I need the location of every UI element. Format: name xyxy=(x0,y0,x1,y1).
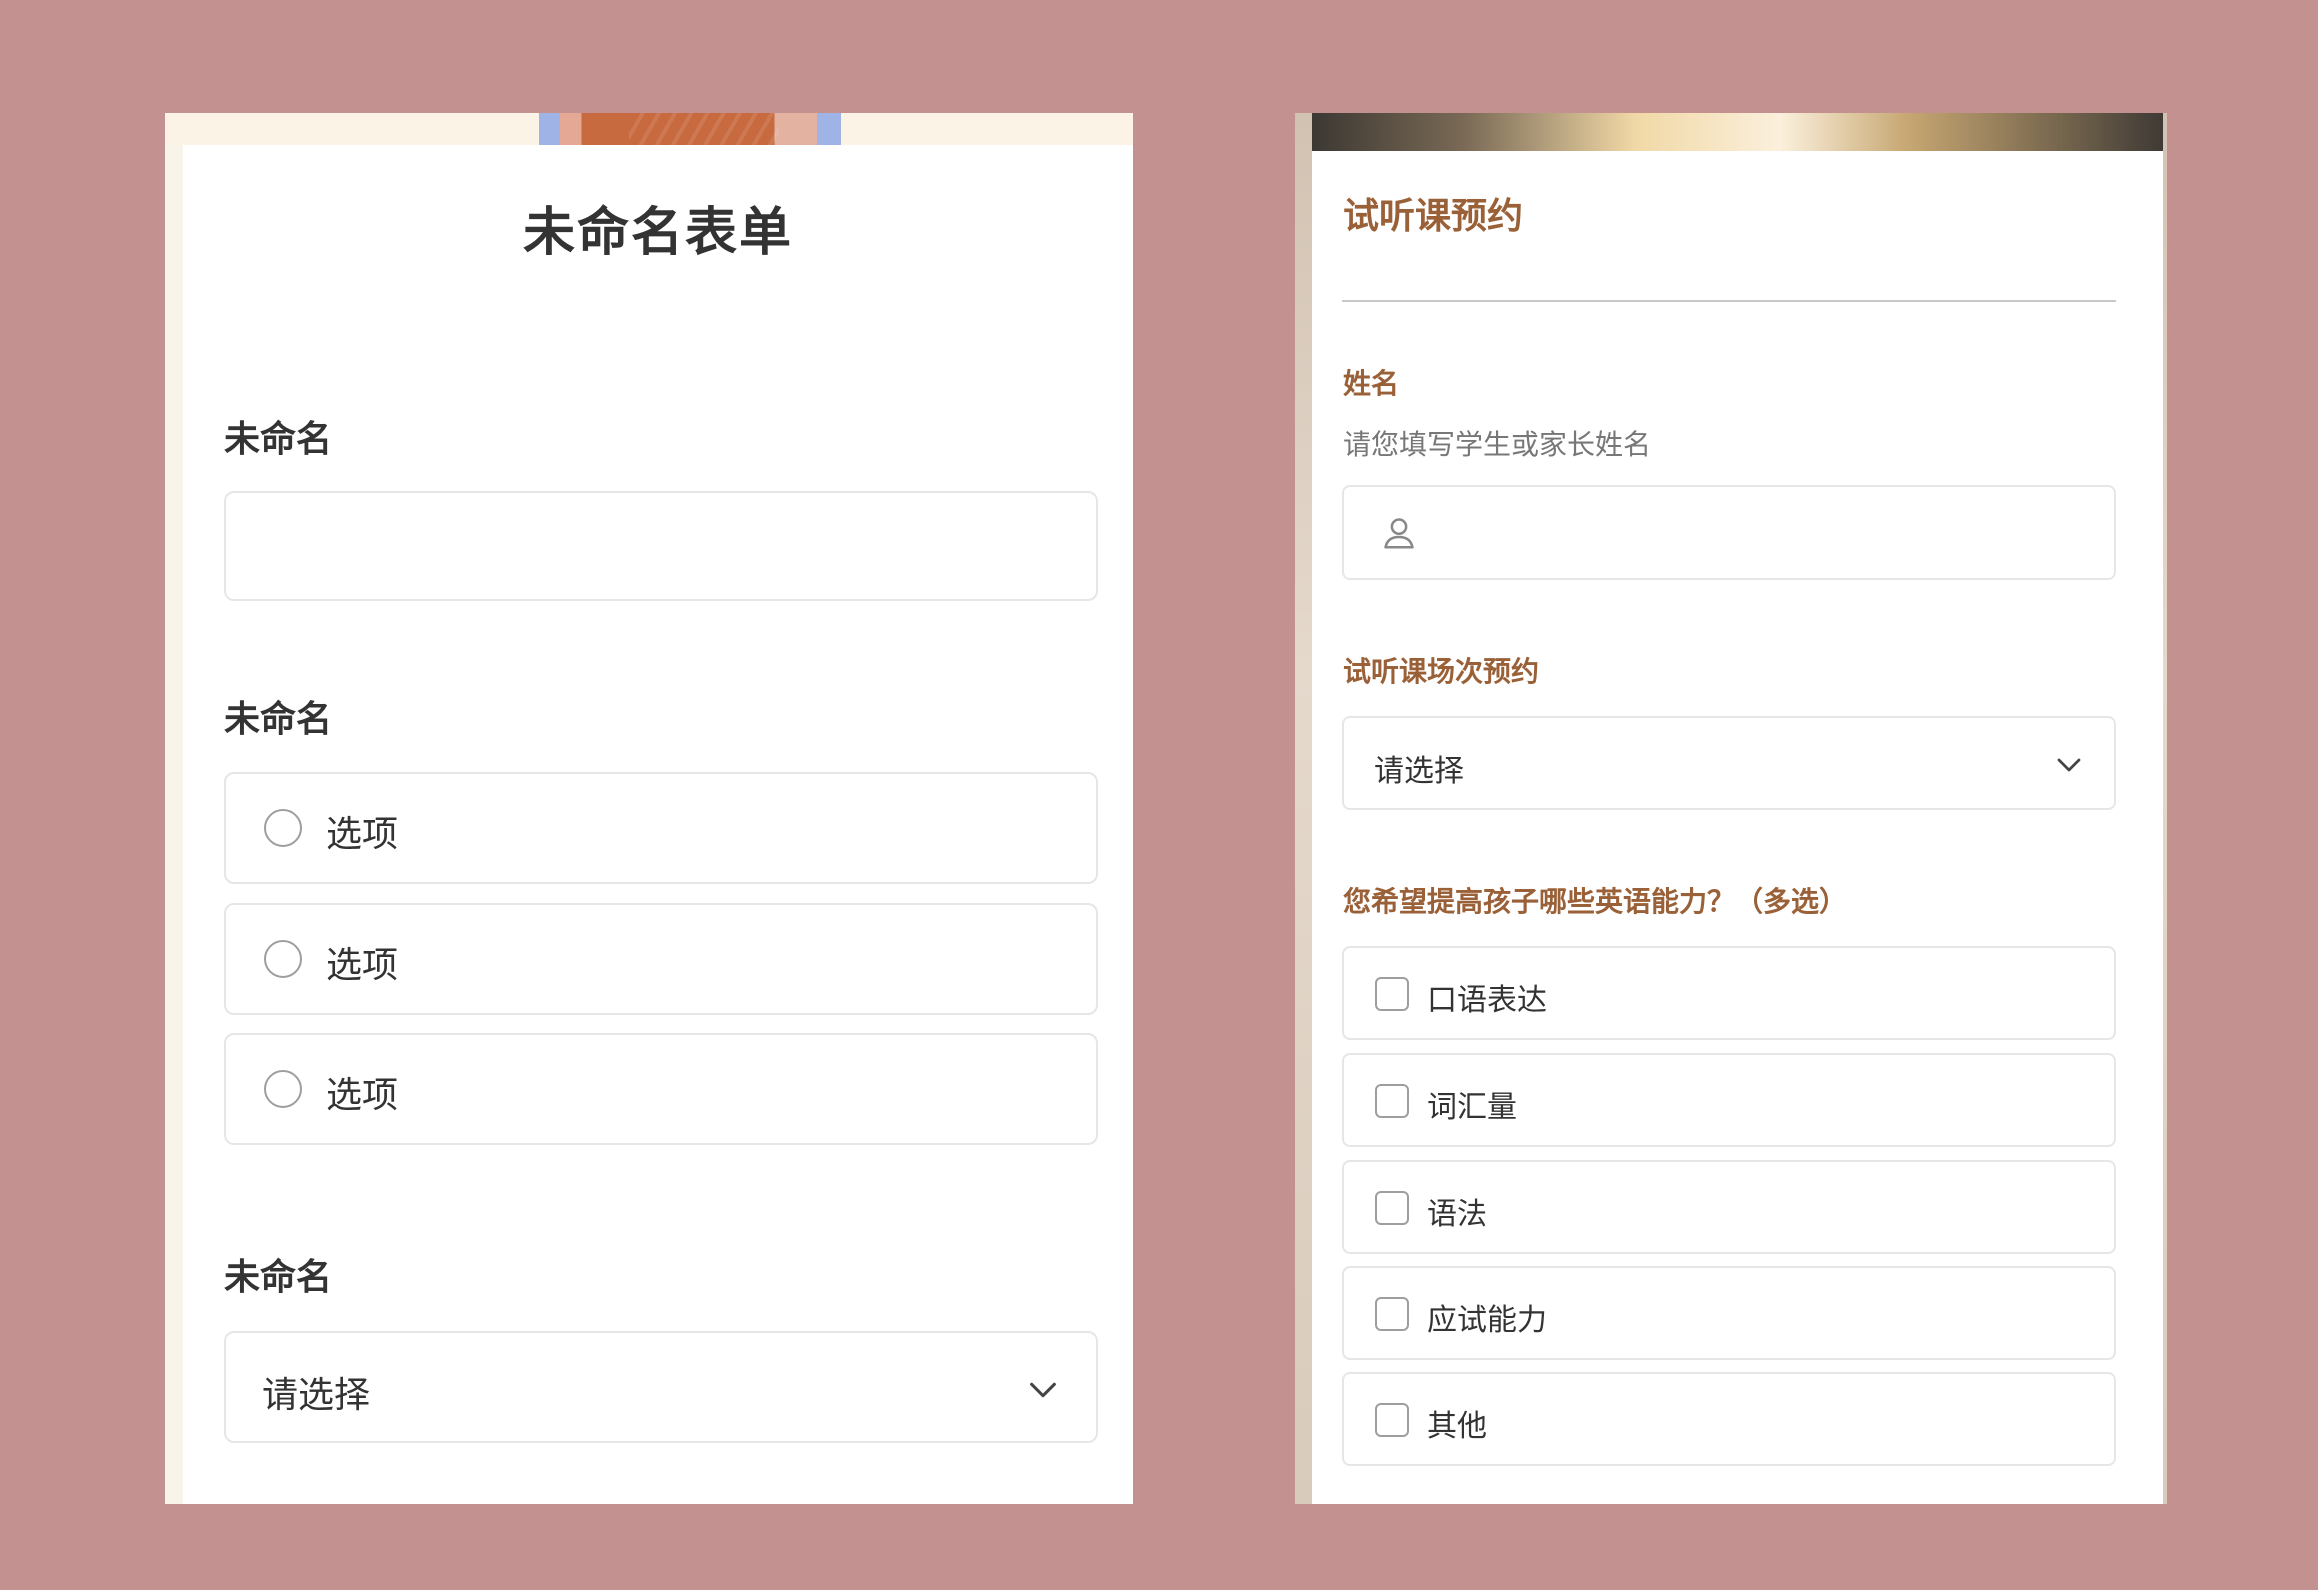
checkbox-label: 词汇量 xyxy=(1427,1090,1517,1125)
banner-image xyxy=(539,113,841,145)
radio-option-label: 选项 xyxy=(326,945,399,986)
checkbox-icon[interactable] xyxy=(1375,1297,1409,1331)
checkbox-option-other[interactable]: 其他 xyxy=(1342,1372,2116,1466)
radio-option-label: 选项 xyxy=(326,814,399,855)
field-label-select: 未命名 xyxy=(224,1257,333,1298)
checkbox-label: 应试能力 xyxy=(1427,1303,1547,1338)
chevron-down-icon xyxy=(2057,758,2081,772)
field-label-text: 未命名 xyxy=(224,419,333,460)
user-icon xyxy=(1384,518,1414,549)
radio-circle-icon[interactable] xyxy=(264,940,302,978)
form-title: 未命名表单 xyxy=(522,203,793,263)
checkbox-icon[interactable] xyxy=(1375,1403,1409,1437)
checkbox-option-test-skills[interactable]: 应试能力 xyxy=(1342,1266,2116,1360)
book-banner-image xyxy=(1312,113,2163,151)
name-label: 姓名 xyxy=(1343,367,1400,400)
radio-circle-icon[interactable] xyxy=(264,1070,302,1108)
text-input-field[interactable] xyxy=(224,491,1098,601)
checkbox-option-vocabulary[interactable]: 词汇量 xyxy=(1342,1053,2116,1147)
select-placeholder: 请选择 xyxy=(262,1375,371,1416)
title-divider xyxy=(1342,300,2116,302)
name-input[interactable] xyxy=(1342,485,2116,580)
name-hint: 请您填写学生或家长姓名 xyxy=(1343,428,1652,461)
form-title-trial-class: 试听课预约 xyxy=(1343,196,1524,237)
chevron-down-icon xyxy=(1030,1382,1056,1398)
radio-option-1[interactable]: 选项 xyxy=(224,772,1098,884)
checkbox-label: 语法 xyxy=(1427,1197,1487,1232)
session-label: 试听课场次预约 xyxy=(1343,655,1540,688)
select-dropdown[interactable]: 请选择 xyxy=(224,1331,1098,1443)
radio-option-2[interactable]: 选项 xyxy=(224,903,1098,1015)
checkbox-icon[interactable] xyxy=(1375,977,1409,1011)
checkbox-icon[interactable] xyxy=(1375,1084,1409,1118)
field-label-radio: 未命名 xyxy=(224,699,333,740)
radio-option-3[interactable]: 选项 xyxy=(224,1033,1098,1145)
left-form-banner xyxy=(165,113,1133,145)
radio-circle-icon[interactable] xyxy=(264,809,302,847)
radio-option-label: 选项 xyxy=(326,1075,399,1116)
checkbox-option-speaking[interactable]: 口语表达 xyxy=(1342,946,2116,1040)
skills-label: 您希望提高孩子哪些英语能力？（多选） xyxy=(1343,885,1848,918)
select-placeholder: 请选择 xyxy=(1374,754,1464,789)
session-select[interactable]: 请选择 xyxy=(1342,716,2116,810)
checkbox-label: 口语表达 xyxy=(1427,983,1547,1018)
checkbox-option-grammar[interactable]: 语法 xyxy=(1342,1160,2116,1254)
checkbox-label: 其他 xyxy=(1427,1409,1487,1444)
checkbox-icon[interactable] xyxy=(1375,1191,1409,1225)
